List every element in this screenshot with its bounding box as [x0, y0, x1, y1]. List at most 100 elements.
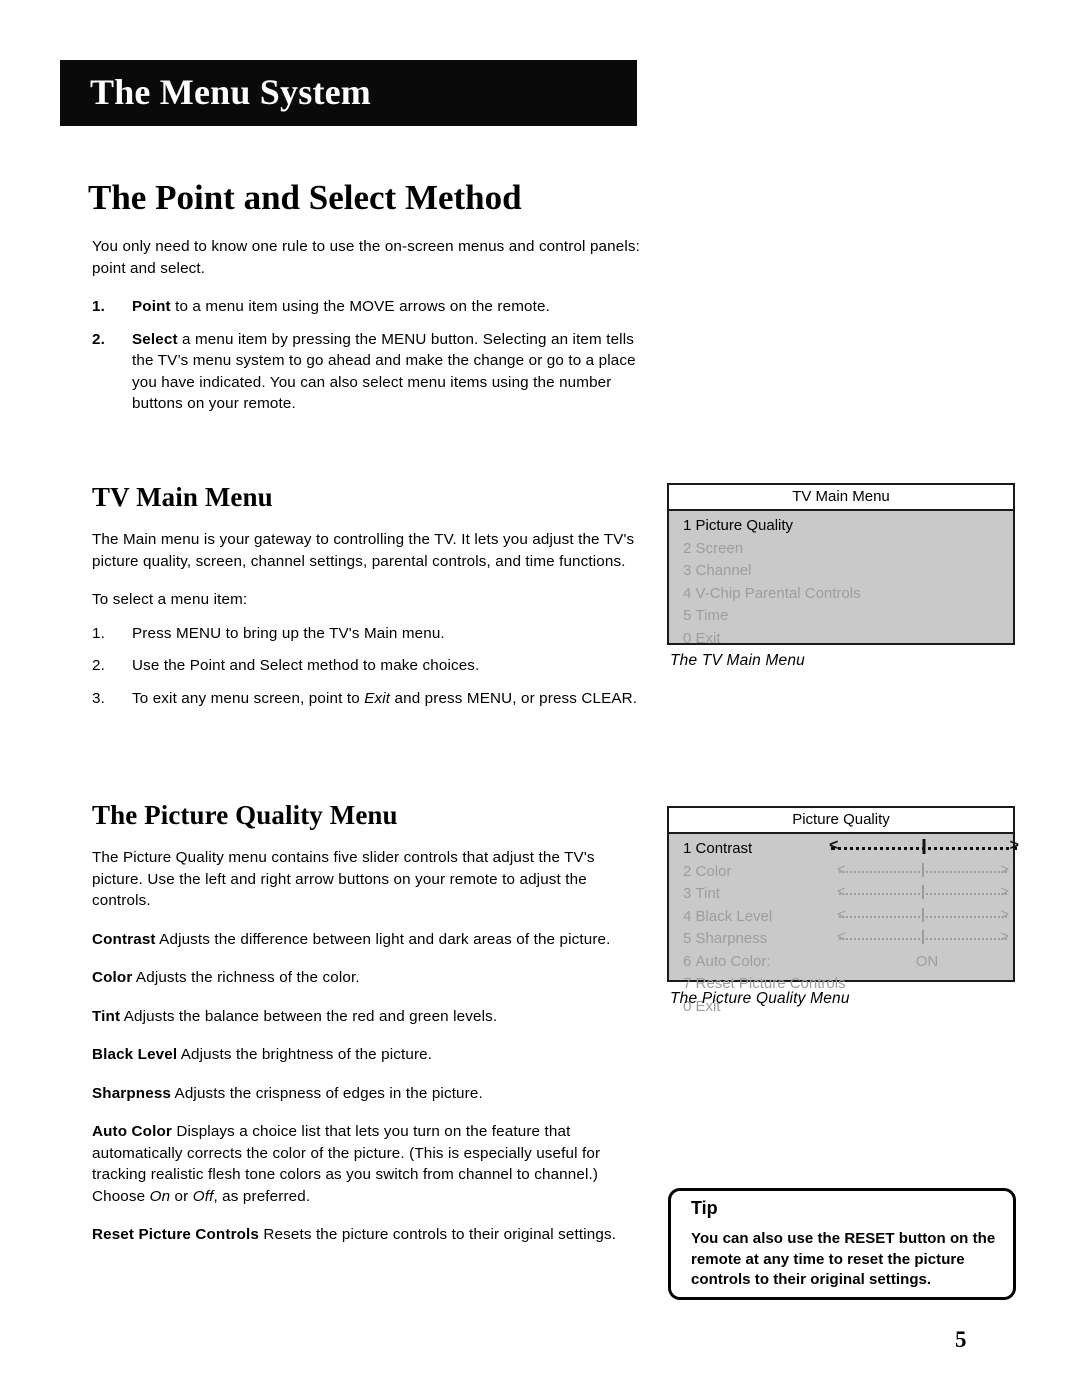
caption-picture-quality-menu: The Picture Quality Menu — [670, 990, 850, 1007]
menu-item-label: Screen — [695, 539, 744, 557]
definition-text: Adjusts the richness of the color. — [132, 969, 360, 986]
slider-sharpness[interactable]: < > — [837, 928, 1009, 948]
menu-item-picture-quality[interactable]: 1 Picture Quality — [669, 515, 1013, 538]
step-text: Use the Point and Select method to make … — [132, 657, 480, 674]
menu-item-exit[interactable]: 0 Exit — [669, 628, 1013, 651]
menu-item-number: 2 — [683, 862, 692, 880]
tv-main-menu-lead-in: To select a menu item: — [92, 591, 248, 608]
menu-item-number: 4 — [683, 907, 692, 925]
tip-box: Tip You can also use the RESET button on… — [668, 1188, 1016, 1300]
slider-knob[interactable] — [922, 930, 924, 944]
slider-left-arrow-icon: < — [837, 905, 846, 923]
menu-item-black-level[interactable]: 4 Black Level < > — [669, 906, 1013, 929]
menu-item-number: 4 — [683, 584, 692, 602]
step-text: to a menu item using the MOVE arrows on … — [170, 298, 550, 315]
slider-left-arrow-icon: < — [837, 860, 846, 878]
tv-main-menu-graphic-title: TV Main Menu — [669, 485, 1013, 511]
slider-knob[interactable] — [922, 839, 926, 854]
definition-text: Adjusts the brightness of the picture. — [177, 1046, 433, 1063]
tv-main-menu-paragraph: The Main menu is your gateway to control… — [92, 531, 635, 570]
menu-item-color[interactable]: 2 Color < > — [669, 861, 1013, 884]
definition-text-mid: or — [170, 1187, 193, 1205]
definition-italic-on: On — [149, 1187, 171, 1205]
list-marker: 2. — [92, 657, 105, 674]
definition-text-part2: , as preferred. — [213, 1187, 311, 1205]
menu-item-number: 5 — [683, 930, 692, 947]
intro-step-list: 1. Point to a menu item using the MOVE ar… — [92, 296, 640, 415]
slider-black-level[interactable]: < > — [837, 905, 1009, 926]
menu-item-label: Exit — [695, 629, 721, 647]
slider-left-arrow-icon: < — [829, 837, 839, 854]
slider-right-arrow-icon: > — [1000, 883, 1009, 900]
menu-item-number: 3 — [683, 562, 692, 579]
intro-paragraph: You only need to know one rule to use th… — [92, 238, 640, 277]
definition-term: Tint — [92, 1007, 121, 1025]
section-heading-picture-quality: The Picture Quality Menu — [92, 800, 398, 830]
banner-title: The Menu System — [90, 72, 371, 113]
slider-contrast[interactable]: < > — [829, 837, 1019, 857]
menu-item-tint[interactable]: 3 Tint < > — [669, 883, 1013, 906]
slider-right-arrow-icon: > — [1000, 905, 1009, 923]
slider-left-arrow-icon: < — [837, 883, 846, 900]
list-item: 1. Press MENU to bring up the TV's Main m… — [92, 623, 644, 645]
picture-quality-paragraph: The Picture Quality menu contains five s… — [92, 849, 595, 909]
list-marker: 3. — [92, 689, 105, 707]
menu-item-number: 6 — [683, 952, 692, 970]
definition-tint: Tint Adjusts the balance between the red… — [92, 1006, 644, 1028]
definition-color: Color Adjusts the richness of the color. — [92, 967, 644, 989]
menu-item-label: Sharpness — [695, 930, 768, 947]
slider-knob[interactable] — [922, 862, 924, 877]
list-marker: 1. — [92, 298, 105, 315]
section-heading-tv-main-menu: TV Main Menu — [92, 482, 273, 512]
menu-item-contrast[interactable]: 1 Contrast < > — [669, 837, 1019, 861]
section-banner: The Menu System — [60, 60, 637, 126]
definition-term: Color — [92, 969, 133, 986]
menu-item-sharpness[interactable]: 5 Sharpness < > — [669, 928, 1013, 951]
menu-item-label: Tint — [695, 885, 720, 902]
menu-item-channel[interactable]: 3 Channel — [669, 560, 1013, 583]
definition-text: Adjusts the difference between light and… — [155, 930, 611, 948]
tip-title: Tip — [691, 1198, 718, 1218]
step-text: Press MENU to bring up the TV's Main men… — [132, 624, 445, 642]
slider-right-arrow-icon: > — [1000, 860, 1009, 878]
menu-item-number: 3 — [683, 885, 692, 902]
step-lead-in: Select — [132, 330, 178, 348]
slider-color[interactable]: < > — [837, 860, 1009, 881]
menu-item-number: 1 — [683, 840, 692, 857]
tip-body: You can also use the RESET button on the… — [691, 1230, 996, 1288]
slider-tint[interactable]: < > — [837, 883, 1009, 903]
slider-knob[interactable] — [922, 885, 924, 899]
menu-item-label: Channel — [695, 562, 752, 579]
menu-item-v-chip-parental-controls[interactable]: 4 V-Chip Parental Controls — [669, 583, 1013, 606]
menu-item-label: Black Level — [695, 907, 773, 925]
caption-tv-main-menu: The TV Main Menu — [670, 652, 806, 669]
slider-right-arrow-icon: > — [1009, 837, 1019, 854]
definition-term: Black Level — [92, 1046, 178, 1063]
slider-left-arrow-icon: < — [837, 928, 846, 945]
definition-term: Contrast — [92, 930, 156, 948]
menu-item-number: 0 — [683, 629, 692, 647]
slider-knob[interactable] — [922, 907, 924, 922]
page-title: The Point and Select Method — [88, 178, 522, 217]
list-marker: 2. — [92, 330, 105, 348]
definition-auto-color: Auto Color Displays a choice list that l… — [92, 1121, 644, 1207]
definition-term: Sharpness — [92, 1084, 172, 1102]
intro-block: You only need to know one rule to use th… — [92, 236, 640, 431]
list-item: 2. Use the Point and Select method to mak… — [92, 655, 644, 677]
definition-text: Resets the picture controls to their ori… — [259, 1226, 617, 1243]
menu-item-screen[interactable]: 2 Screen — [669, 538, 1013, 561]
step-text-pre: To exit any menu screen, point to — [132, 689, 365, 707]
menu-item-time[interactable]: 5 Time — [669, 605, 1013, 628]
definition-black-level: Black Level Adjusts the brightness of th… — [92, 1044, 644, 1066]
definition-term: Reset Picture Controls — [92, 1226, 260, 1243]
tv-main-menu-graphic: TV Main Menu 1 Picture Quality 2 Screen … — [667, 483, 1015, 647]
menu-item-auto-color[interactable]: 6 Auto Color: ON — [669, 951, 1013, 974]
menu-item-label: Color — [695, 862, 732, 880]
step-text-italic: Exit — [364, 689, 391, 707]
definition-reset-picture-controls: Reset Picture Controls Resets the pictur… — [92, 1224, 644, 1246]
menu-item-number: 2 — [683, 539, 692, 557]
picture-quality-block: The Picture Quality Menu The Picture Qua… — [92, 800, 644, 1263]
picture-quality-graphic-title: Picture Quality — [669, 808, 1013, 834]
definition-italic-off: Off — [192, 1187, 214, 1205]
menu-item-label: Auto Color: — [695, 952, 771, 970]
